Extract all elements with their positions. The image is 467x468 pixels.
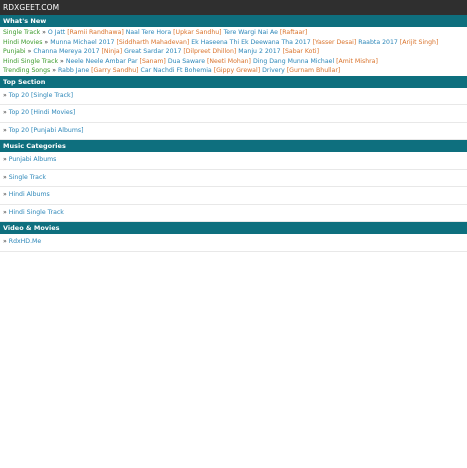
whats-new-artist[interactable]: [Sabar Koti] xyxy=(283,48,319,55)
whats-new-artist[interactable]: [Siddharth Mahadevan] xyxy=(116,39,189,46)
whats-new-category[interactable]: Punjabi xyxy=(3,48,26,55)
top-section-link[interactable]: » Top 20 [Single Track] xyxy=(0,88,467,105)
music-category-link[interactable]: » Single Track xyxy=(0,170,467,187)
whats-new-song-link[interactable]: Channa Mereya 2017 xyxy=(33,48,99,55)
video-movies-link[interactable]: » RdxHD.Me xyxy=(0,234,467,252)
whats-new-song-link[interactable]: Great Sardar 2017 xyxy=(124,48,181,55)
whats-new-row: Trending Songs » Rabb Jane [Garry Sandhu… xyxy=(3,67,341,74)
whats-new-artist[interactable]: [Arijit Singh] xyxy=(400,39,439,46)
whats-new-artist[interactable]: [Ninja] xyxy=(102,48,123,55)
whats-new-category[interactable]: Single Track xyxy=(3,29,40,36)
whats-new-song-link[interactable]: Dua Saware xyxy=(168,58,205,65)
whats-new-row: Hindi Movies » Munna Michael 2017 [Siddh… xyxy=(3,38,439,46)
whats-new-artist[interactable]: [Yasser Desai] xyxy=(313,39,357,46)
whats-new-artist[interactable]: [Upkar Sandhu] xyxy=(173,29,221,36)
whats-new-song-link[interactable]: Munna Michael 2017 xyxy=(50,39,114,46)
whats-new-artist[interactable]: [Gippy Grewal] xyxy=(214,67,260,74)
section-heading-top-section: Top Section xyxy=(0,75,467,88)
site-title[interactable]: RDXGEET.COM xyxy=(3,3,59,12)
whats-new-song-link[interactable]: O Jatt xyxy=(48,29,65,36)
whats-new-artist[interactable]: [Sanam] xyxy=(140,58,166,65)
whats-new-song-link[interactable]: Raabta 2017 xyxy=(358,39,398,46)
whats-new-song-link[interactable]: Ek Haseena Thi Ek Deewana Tha 2017 xyxy=(191,39,310,46)
section-heading-music-categories: Music Categories xyxy=(0,140,467,152)
top-section-link-label[interactable]: Top 20 [Punjabi Albums] xyxy=(9,127,84,134)
whats-new-row: Hindi Single Track » Neele Neele Ambar P… xyxy=(3,57,378,65)
whats-new-list: Single Track » O Jatt [Ramii Randhawa] N… xyxy=(0,27,467,76)
whats-new-row: Single Track » O Jatt [Ramii Randhawa] N… xyxy=(3,29,308,36)
site-header: RDXGEET.COM xyxy=(0,0,467,15)
music-category-label[interactable]: Hindi Albums xyxy=(9,191,50,198)
whats-new-song-link[interactable]: Naal Tere Hora xyxy=(126,29,171,36)
whats-new-artist[interactable]: [Ramii Randhawa] xyxy=(67,29,124,36)
whats-new-artist[interactable]: [Amit Mishra] xyxy=(336,58,378,65)
music-category-label[interactable]: Single Track xyxy=(9,174,46,181)
whats-new-song-link[interactable]: Tere Wargi Nai Ae xyxy=(224,29,278,36)
top-section-link[interactable]: » Top 20 [Hindi Movies] xyxy=(0,105,467,123)
music-category-link[interactable]: » Hindi Albums xyxy=(0,187,467,205)
whats-new-song-link[interactable]: Car Nachdi Ft Bohemia xyxy=(141,67,212,74)
top-section-link-label[interactable]: Top 20 [Single Track] xyxy=(9,92,73,99)
whats-new-artist[interactable]: [Dilpreet Dhillon] xyxy=(183,48,236,55)
top-section-link[interactable]: » Top 20 [Punjabi Albums] xyxy=(0,123,467,140)
whats-new-song-link[interactable]: Rabb Jane xyxy=(58,67,89,74)
whats-new-song-link[interactable]: Drivery xyxy=(262,67,285,74)
whats-new-category[interactable]: Hindi Movies xyxy=(3,39,42,46)
top-section-link-label[interactable]: Top 20 [Hindi Movies] xyxy=(9,109,76,116)
music-category-label[interactable]: Punjabi Albums xyxy=(9,156,57,163)
music-category-link[interactable]: » Punjabi Albums xyxy=(0,152,467,170)
whats-new-artist[interactable]: [Raftaar] xyxy=(280,29,307,36)
whats-new-artist[interactable]: [Gurnam Bhullar] xyxy=(287,67,341,74)
music-category-label[interactable]: Hindi Single Track xyxy=(9,209,64,216)
whats-new-category[interactable]: Trending Songs xyxy=(3,67,50,74)
video-movies-label[interactable]: RdxHD.Me xyxy=(9,238,41,245)
whats-new-artist[interactable]: [Garry Sandhu] xyxy=(91,67,138,74)
whats-new-category[interactable]: Hindi Single Track xyxy=(3,58,58,65)
music-category-link[interactable]: » Hindi Single Track xyxy=(0,205,467,222)
whats-new-artist[interactable]: [Neeti Mohan] xyxy=(207,58,251,65)
whats-new-song-link[interactable]: Ding Dang Munna Michael xyxy=(253,58,334,65)
section-heading-whats-new: What's New xyxy=(0,15,467,27)
whats-new-song-link[interactable]: Manju 2 2017 xyxy=(238,48,280,55)
whats-new-song-link[interactable]: Neele Neele Ambar Par xyxy=(66,58,138,65)
section-heading-video-movies: Video & Movies xyxy=(0,222,467,234)
whats-new-row: Punjabi » Channa Mereya 2017 [Ninja] Gre… xyxy=(3,48,320,55)
